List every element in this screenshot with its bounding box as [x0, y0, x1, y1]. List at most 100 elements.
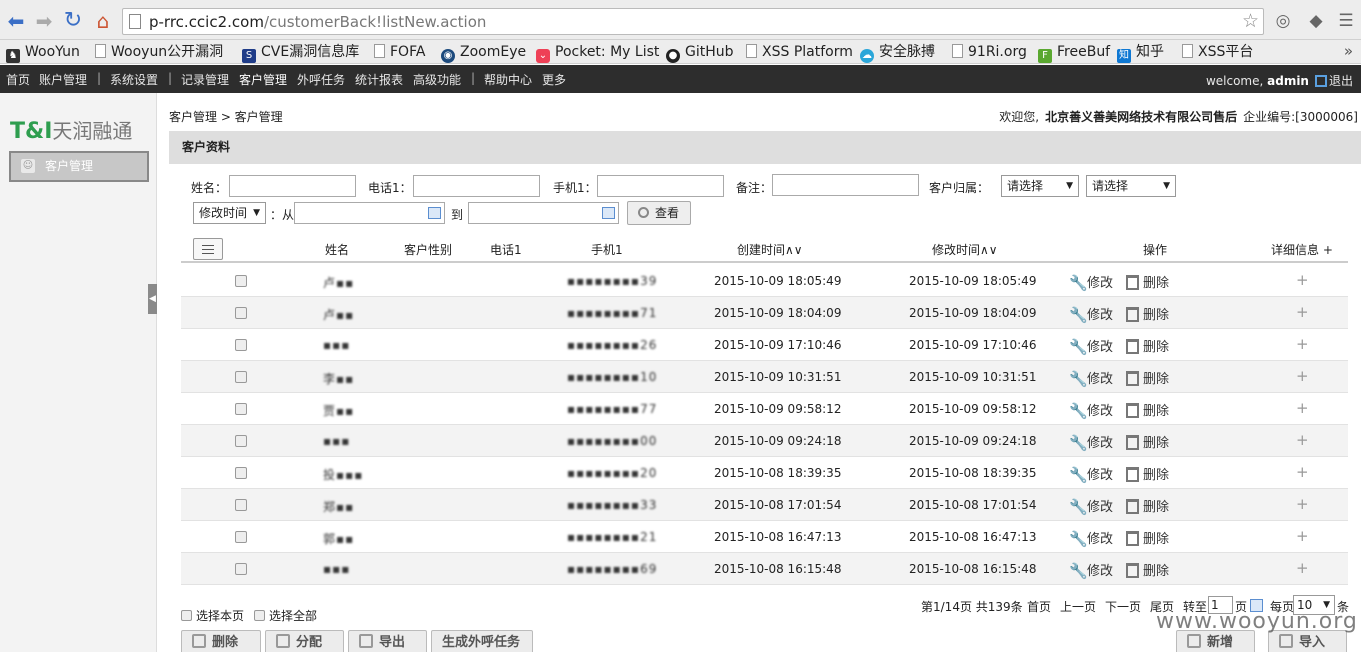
expand-detail-icon[interactable]: + [1296, 399, 1309, 417]
edit-button[interactable]: 🔧修改 [1069, 432, 1113, 452]
search-button[interactable]: 查看 [627, 201, 691, 225]
prev-page-link[interactable]: 上一页 [1060, 598, 1096, 615]
row-checkbox[interactable] [235, 307, 247, 319]
logout-icon[interactable] [1314, 75, 1327, 87]
expand-detail-icon[interactable]: + [1296, 367, 1309, 385]
calendar-icon[interactable] [602, 207, 615, 219]
next-page-link[interactable]: 下一页 [1105, 598, 1141, 615]
row-checkbox[interactable] [235, 371, 247, 383]
edit-button[interactable]: 🔧修改 [1069, 304, 1113, 324]
address-bar[interactable]: p-rrc.ccic2.com/customerBack!listNew.act… [122, 8, 1264, 35]
delete-row-button[interactable]: 删除 [1126, 560, 1169, 579]
delete-row-button[interactable]: 删除 [1126, 336, 1169, 355]
nav-home[interactable]: 首页 [6, 71, 30, 88]
bookmark-fofa[interactable]: FOFA [374, 42, 425, 62]
bookmark-wooyun-public[interactable]: Wooyun公开漏洞 [95, 42, 231, 62]
expand-detail-icon[interactable]: + [1296, 495, 1309, 513]
row-checkbox[interactable] [235, 275, 247, 287]
edit-button[interactable]: 🔧修改 [1069, 464, 1113, 484]
row-checkbox[interactable] [235, 339, 247, 351]
row-checkbox[interactable] [235, 403, 247, 415]
first-page-link[interactable]: 首页 [1027, 598, 1051, 615]
bookmark-github[interactable]: ● GitHub [666, 42, 734, 63]
bookmark-zoomeye[interactable]: ◉ ZoomEye [441, 42, 526, 63]
nav-records[interactable]: 记录管理 [181, 71, 229, 88]
select-page-checkbox[interactable]: 选择本页 [181, 607, 244, 624]
bookmark-pocket[interactable]: ⌄ Pocket: My List [536, 42, 659, 63]
delete-button[interactable]: 删除 [181, 630, 261, 652]
bookmark-xss-cn[interactable]: XSS平台 [1182, 42, 1253, 62]
edit-button[interactable]: 🔧修改 [1069, 560, 1113, 580]
nav-help[interactable]: 帮助中心 [484, 71, 532, 88]
home-icon[interactable]: ⌂ [92, 10, 114, 32]
edit-button[interactable]: 🔧修改 [1069, 528, 1113, 548]
owner-select-2[interactable]: 请选择 ▼ [1086, 175, 1176, 197]
owner-select-1[interactable]: 请选择 ▼ [1001, 175, 1079, 197]
row-checkbox[interactable] [235, 499, 247, 511]
forward-arrow-icon[interactable]: ➡ [33, 10, 55, 32]
reload-icon[interactable]: ↻ [62, 10, 84, 32]
time-field-select[interactable]: 修改时间 ▼ [193, 202, 266, 224]
assign-button[interactable]: 分配 [265, 630, 344, 652]
name-input[interactable] [229, 175, 356, 197]
expand-detail-icon[interactable]: + [1296, 303, 1309, 321]
date-to-input[interactable] [468, 202, 619, 224]
bookmark-zhihu[interactable]: 知知乎 [1117, 42, 1164, 63]
expand-detail-icon[interactable]: + [1296, 335, 1309, 353]
sidebar-collapse-handle[interactable]: ◀ [148, 284, 157, 314]
expand-detail-icon[interactable]: + [1296, 527, 1309, 545]
bookmarks-overflow-button[interactable]: » [1344, 42, 1353, 60]
row-checkbox[interactable] [235, 467, 247, 479]
nav-customers[interactable]: 客户管理 [239, 71, 287, 88]
column-toggle-button[interactable] [193, 238, 223, 260]
bookmark-cve[interactable]: S CVE漏洞信息库 [242, 42, 359, 63]
delete-row-button[interactable]: 删除 [1126, 432, 1169, 451]
phone1-input[interactable] [413, 175, 540, 197]
note-textarea[interactable] [772, 174, 919, 196]
expand-detail-icon[interactable]: + [1296, 559, 1309, 577]
edit-button[interactable]: 🔧修改 [1069, 272, 1113, 292]
delete-row-button[interactable]: 删除 [1126, 272, 1169, 291]
extension-diamond-icon[interactable]: ◆ [1305, 10, 1327, 32]
bookmark-freebuf[interactable]: F FreeBuf [1038, 42, 1110, 63]
nav-reports[interactable]: 统计报表 [355, 71, 403, 88]
delete-row-button[interactable]: 删除 [1126, 368, 1169, 387]
generate-task-button[interactable]: 生成外呼任务 [431, 630, 533, 652]
header-modified-sort[interactable]: 修改时间∧∨ [932, 241, 998, 258]
delete-row-button[interactable]: 删除 [1126, 496, 1169, 515]
sidebar-item-customers[interactable]: ☺ 客户管理 [9, 151, 149, 182]
nav-advanced[interactable]: 高级功能 [413, 71, 461, 88]
nav-outbound[interactable]: 外呼任务 [297, 71, 345, 88]
calendar-icon[interactable] [428, 207, 441, 219]
expand-detail-icon[interactable]: + [1296, 271, 1309, 289]
row-checkbox[interactable] [235, 435, 247, 447]
bookmark-star-icon[interactable]: ☆ [1242, 10, 1259, 32]
nav-more[interactable]: 更多 [542, 71, 566, 88]
menu-icon[interactable]: ☰ [1335, 10, 1357, 32]
nav-settings[interactable]: 系统设置 [110, 71, 158, 88]
delete-row-button[interactable]: 删除 [1126, 304, 1169, 323]
bookmark-xss-platform[interactable]: XSS Platform [746, 42, 853, 62]
export-button[interactable]: 导出 [348, 630, 427, 652]
edit-button[interactable]: 🔧修改 [1069, 400, 1113, 420]
bookmark-wooyun[interactable]: ♞ WooYun [6, 42, 80, 63]
delete-row-button[interactable]: 删除 [1126, 528, 1169, 547]
logout-link[interactable]: 退出 [1329, 74, 1353, 88]
header-details[interactable]: 详细信息 + [1271, 241, 1333, 258]
bookmark-anquanmaibo[interactable]: ☁ 安全脉搏 [860, 42, 935, 63]
edit-button[interactable]: 🔧修改 [1069, 368, 1113, 388]
expand-detail-icon[interactable]: + [1296, 463, 1309, 481]
expand-detail-icon[interactable]: + [1296, 431, 1309, 449]
row-checkbox[interactable] [235, 531, 247, 543]
delete-row-button[interactable]: 删除 [1126, 464, 1169, 483]
back-arrow-icon[interactable]: ⬅ [5, 10, 27, 32]
bookmark-91ri[interactable]: 91Ri.org [952, 42, 1027, 62]
globe-icon[interactable]: ◎ [1272, 10, 1294, 32]
edit-button[interactable]: 🔧修改 [1069, 336, 1113, 356]
date-from-input[interactable] [294, 202, 445, 224]
row-checkbox[interactable] [235, 563, 247, 575]
select-all-checkbox[interactable]: 选择全部 [254, 607, 317, 624]
header-created-sort[interactable]: 创建时间∧∨ [737, 241, 803, 258]
mobile1-input[interactable] [597, 175, 724, 197]
nav-account[interactable]: 账户管理 [39, 71, 87, 88]
